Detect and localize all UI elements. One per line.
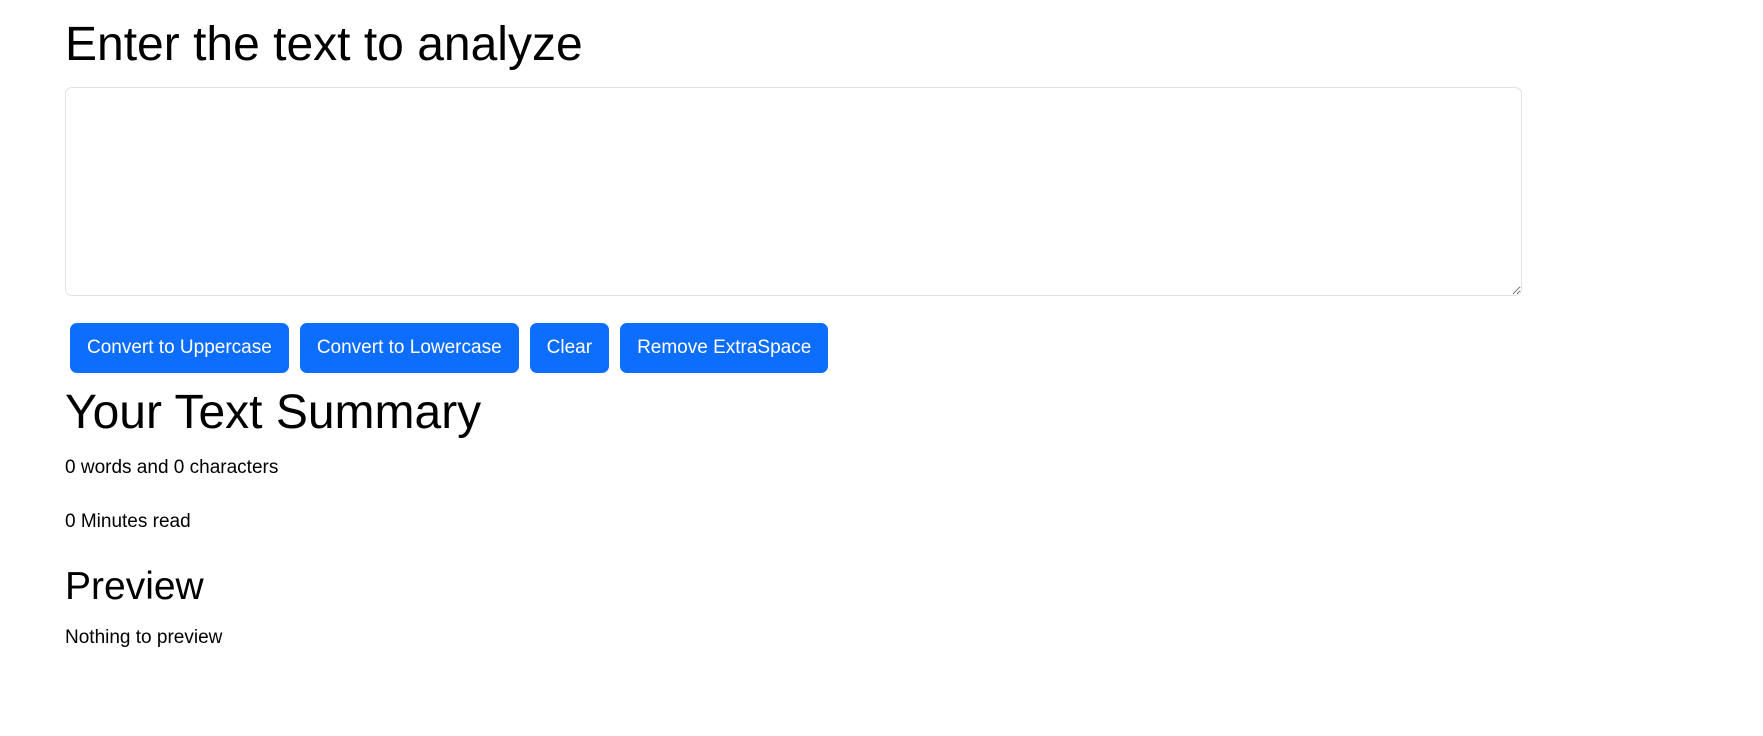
page-title: Enter the text to analyze (65, 18, 583, 71)
convert-lowercase-button[interactable]: Convert to Lowercase (299, 323, 519, 373)
read-time: 0 Minutes read (65, 511, 191, 532)
remove-extra-space-button[interactable]: Remove ExtraSpace (620, 323, 829, 373)
summary-title: Your Text Summary (65, 386, 482, 439)
preview-text: Nothing to preview (65, 627, 223, 648)
convert-uppercase-button[interactable]: Convert to Uppercase (70, 323, 289, 373)
word-char-count: 0 words and 0 characters (65, 457, 279, 478)
clear-button[interactable]: Clear (529, 323, 610, 373)
text-input[interactable] (65, 87, 1522, 296)
preview-title: Preview (65, 565, 204, 608)
action-buttons: Convert to Uppercase Convert to Lowercas… (70, 323, 829, 373)
